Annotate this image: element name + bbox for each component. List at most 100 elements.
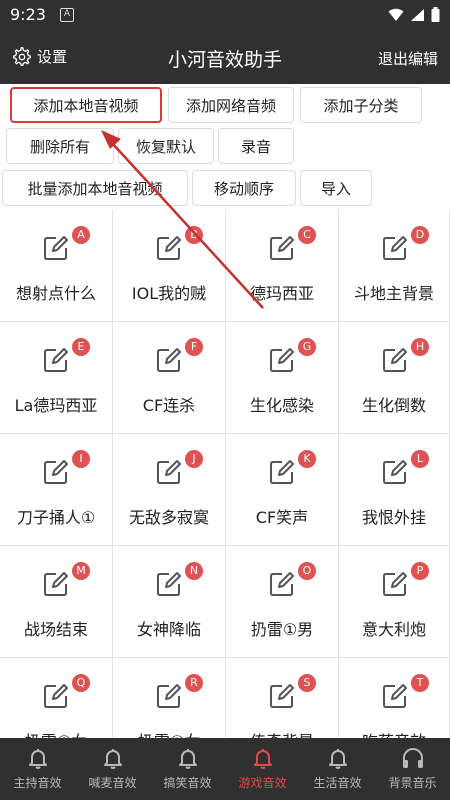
- nav-label: 游戏音效: [238, 776, 287, 790]
- headphones-icon: [402, 748, 423, 768]
- letter-badge: D: [411, 226, 429, 244]
- sound-tile[interactable]: I 刀子捅人①: [0, 434, 113, 546]
- sound-label: CF连杀: [142, 396, 196, 415]
- move-order-button[interactable]: 移动顺序: [192, 170, 296, 206]
- edit-icon[interactable]: [155, 682, 183, 710]
- sound-tile[interactable]: E La德玛西亚: [0, 322, 113, 434]
- sound-tile[interactable]: Q 扔雷②女: [0, 658, 113, 738]
- settings-label: 设置: [37, 48, 68, 66]
- add-network-audio-button[interactable]: 添加网络音频: [168, 87, 294, 123]
- add-subcategory-button[interactable]: 添加子分类: [300, 87, 422, 123]
- sound-label: 女神降临: [136, 620, 201, 639]
- nav-tab[interactable]: 生活音效: [300, 738, 375, 800]
- sound-tile[interactable]: F CF连杀: [113, 322, 226, 434]
- gear-icon: [13, 46, 32, 66]
- edit-icon[interactable]: [381, 682, 409, 710]
- edit-toolbar: 添加本地音视频 添加网络音频 添加子分类 删除所有 恢复默认 录音 批量添加本地…: [0, 84, 450, 210]
- settings-button[interactable]: 设置: [12, 46, 67, 67]
- sound-label: CF笑声: [255, 508, 309, 527]
- sound-label: 想射点什么: [15, 284, 96, 303]
- bottom-nav: 主持音效 喊麦音效 搞笑音效 游戏音效 生活音效 背景音乐: [0, 738, 450, 800]
- sound-tile[interactable]: C 德玛西亚: [226, 210, 339, 322]
- sound-tile[interactable]: H 生化倒数: [339, 322, 450, 434]
- sound-label: 吃药音效: [339, 728, 449, 738]
- sound-label: 扔雷②女: [0, 728, 112, 738]
- edit-icon[interactable]: [155, 570, 183, 598]
- edit-icon[interactable]: [42, 458, 70, 486]
- system-icons: [388, 7, 440, 22]
- letter-badge: A: [72, 226, 90, 244]
- letter-badge: K: [298, 450, 316, 468]
- edit-icon[interactable]: [155, 458, 183, 486]
- sound-tile[interactable]: D 斗地主背景: [339, 210, 450, 322]
- edit-icon[interactable]: [381, 234, 409, 262]
- sound-tile[interactable]: M 战场结束: [0, 546, 113, 658]
- sound-label: 扔雷①男: [250, 620, 314, 639]
- bell-icon: [328, 749, 347, 769]
- sound-grid: A 想射点什么 B IOL我的贼 C 德玛西亚 D 斗地主背景 E La德玛西亚 F CF连杀 G 生化感…: [0, 210, 450, 738]
- edit-icon[interactable]: [381, 458, 409, 486]
- signal-icon: [411, 8, 424, 21]
- nav-label: 生活音效: [313, 776, 362, 790]
- nav-tab[interactable]: 背景音乐: [375, 738, 450, 800]
- letter-badge: G: [298, 338, 316, 356]
- notification-a-icon: A: [60, 8, 74, 22]
- letter-badge: B: [185, 226, 203, 244]
- sound-tile[interactable]: J 无敌多寂寞: [113, 434, 226, 546]
- edit-icon[interactable]: [381, 346, 409, 374]
- letter-badge: E: [72, 338, 90, 356]
- bell-icon: [253, 749, 272, 769]
- sound-tile[interactable]: O 扔雷①男: [226, 546, 339, 658]
- letter-badge: T: [411, 674, 429, 692]
- nav-tab[interactable]: 主持音效: [0, 738, 75, 800]
- nav-tab[interactable]: 喊麦音效: [75, 738, 150, 800]
- edit-icon[interactable]: [268, 346, 296, 374]
- edit-icon[interactable]: [381, 570, 409, 598]
- letter-badge: Q: [72, 674, 90, 692]
- sound-tile[interactable]: T 吃药音效: [339, 658, 450, 738]
- delete-all-button[interactable]: 删除所有: [6, 128, 114, 164]
- battery-icon: [431, 7, 440, 22]
- sound-label: 扔雷①女: [113, 728, 225, 738]
- sound-label: 斗地主背景: [353, 284, 434, 303]
- sound-tile[interactable]: N 女神降临: [113, 546, 226, 658]
- batch-add-local-button[interactable]: 批量添加本地音视频: [2, 170, 188, 206]
- status-bar: 9:23 A: [0, 0, 450, 32]
- letter-badge: H: [411, 338, 429, 356]
- nav-tab[interactable]: 搞笑音效: [150, 738, 225, 800]
- exit-edit-button[interactable]: 退出编辑: [378, 48, 438, 69]
- edit-icon[interactable]: [42, 682, 70, 710]
- bell-icon: [103, 749, 122, 769]
- edit-icon[interactable]: [268, 458, 296, 486]
- wifi-icon: [388, 8, 404, 21]
- sound-label: 战场结束: [23, 620, 88, 639]
- edit-icon[interactable]: [42, 570, 70, 598]
- sound-tile[interactable]: K CF笑声: [226, 434, 339, 546]
- sound-tile[interactable]: R 扔雷①女: [113, 658, 226, 738]
- add-local-av-button[interactable]: 添加本地音视频: [10, 87, 162, 123]
- sound-tile[interactable]: S 传奇背景: [226, 658, 339, 738]
- letter-badge: S: [298, 674, 316, 692]
- record-button[interactable]: 录音: [218, 128, 294, 164]
- bell-icon: [178, 749, 197, 769]
- sound-tile[interactable]: G 生化感染: [226, 322, 339, 434]
- sound-tile[interactable]: A 想射点什么: [0, 210, 113, 322]
- sound-tile[interactable]: B IOL我的贼: [113, 210, 226, 322]
- nav-tab[interactable]: 游戏音效: [225, 738, 300, 800]
- sound-tile[interactable]: L 我恨外挂: [339, 434, 450, 546]
- sound-tile[interactable]: P 意大利炮: [339, 546, 450, 658]
- edit-icon[interactable]: [155, 234, 183, 262]
- sound-label: 意大利炮: [361, 620, 426, 639]
- letter-badge: M: [72, 562, 90, 580]
- edit-icon[interactable]: [268, 234, 296, 262]
- edit-icon[interactable]: [155, 346, 183, 374]
- nav-label: 主持音效: [13, 776, 62, 790]
- import-button[interactable]: 导入: [300, 170, 372, 206]
- edit-icon[interactable]: [268, 682, 296, 710]
- edit-icon[interactable]: [42, 234, 70, 262]
- edit-icon[interactable]: [268, 570, 296, 598]
- letter-badge: C: [298, 226, 316, 244]
- edit-icon[interactable]: [42, 346, 70, 374]
- letter-badge: R: [185, 674, 203, 692]
- restore-default-button[interactable]: 恢复默认: [118, 128, 214, 164]
